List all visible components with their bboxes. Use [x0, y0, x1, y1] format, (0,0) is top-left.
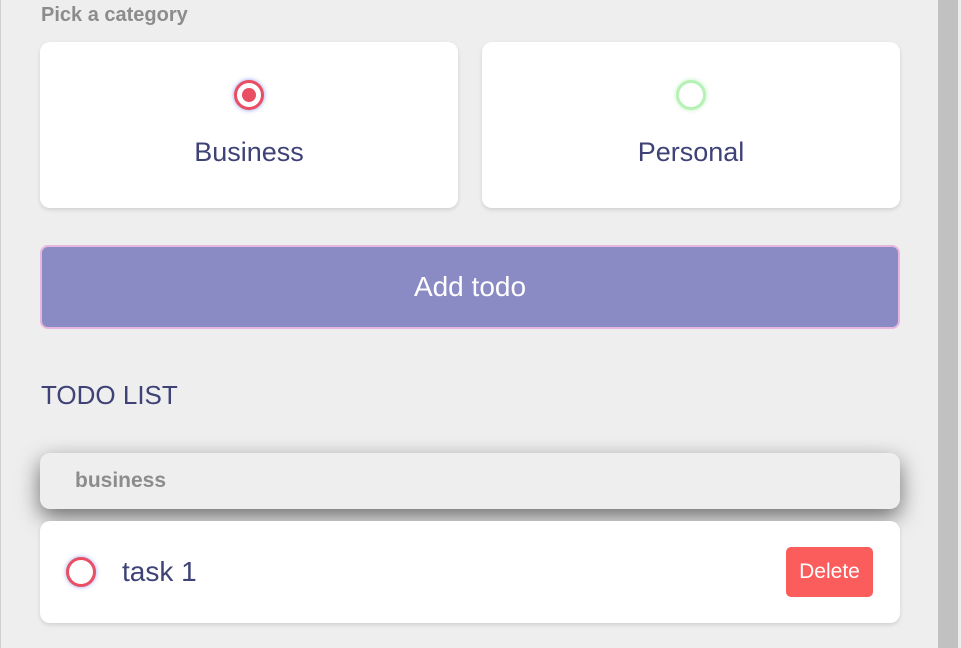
todo-item-text: task 1: [122, 556, 197, 587]
todo-complete-checkbox[interactable]: [66, 557, 96, 587]
todo-app: Pick a category Business Personal Add to…: [0, 0, 938, 648]
todo-list-title: TODO LIST: [41, 380, 178, 410]
category-section-label: Pick a category: [41, 4, 188, 26]
add-todo-button[interactable]: Add todo: [40, 245, 900, 329]
delete-button[interactable]: Delete: [786, 547, 873, 597]
radio-selected-dot-icon: [242, 88, 256, 102]
personal-radio[interactable]: [676, 80, 706, 110]
category-label-personal: Personal: [637, 137, 745, 167]
category-label-business: Business: [194, 137, 304, 167]
group-header-label: business: [75, 469, 167, 492]
category-option-business[interactable]: Business: [40, 42, 458, 208]
business-radio[interactable]: [234, 80, 264, 110]
todo-item: task 1 Delete: [40, 521, 900, 623]
group-header-business: business: [40, 453, 900, 509]
category-option-personal[interactable]: Personal: [482, 42, 900, 208]
